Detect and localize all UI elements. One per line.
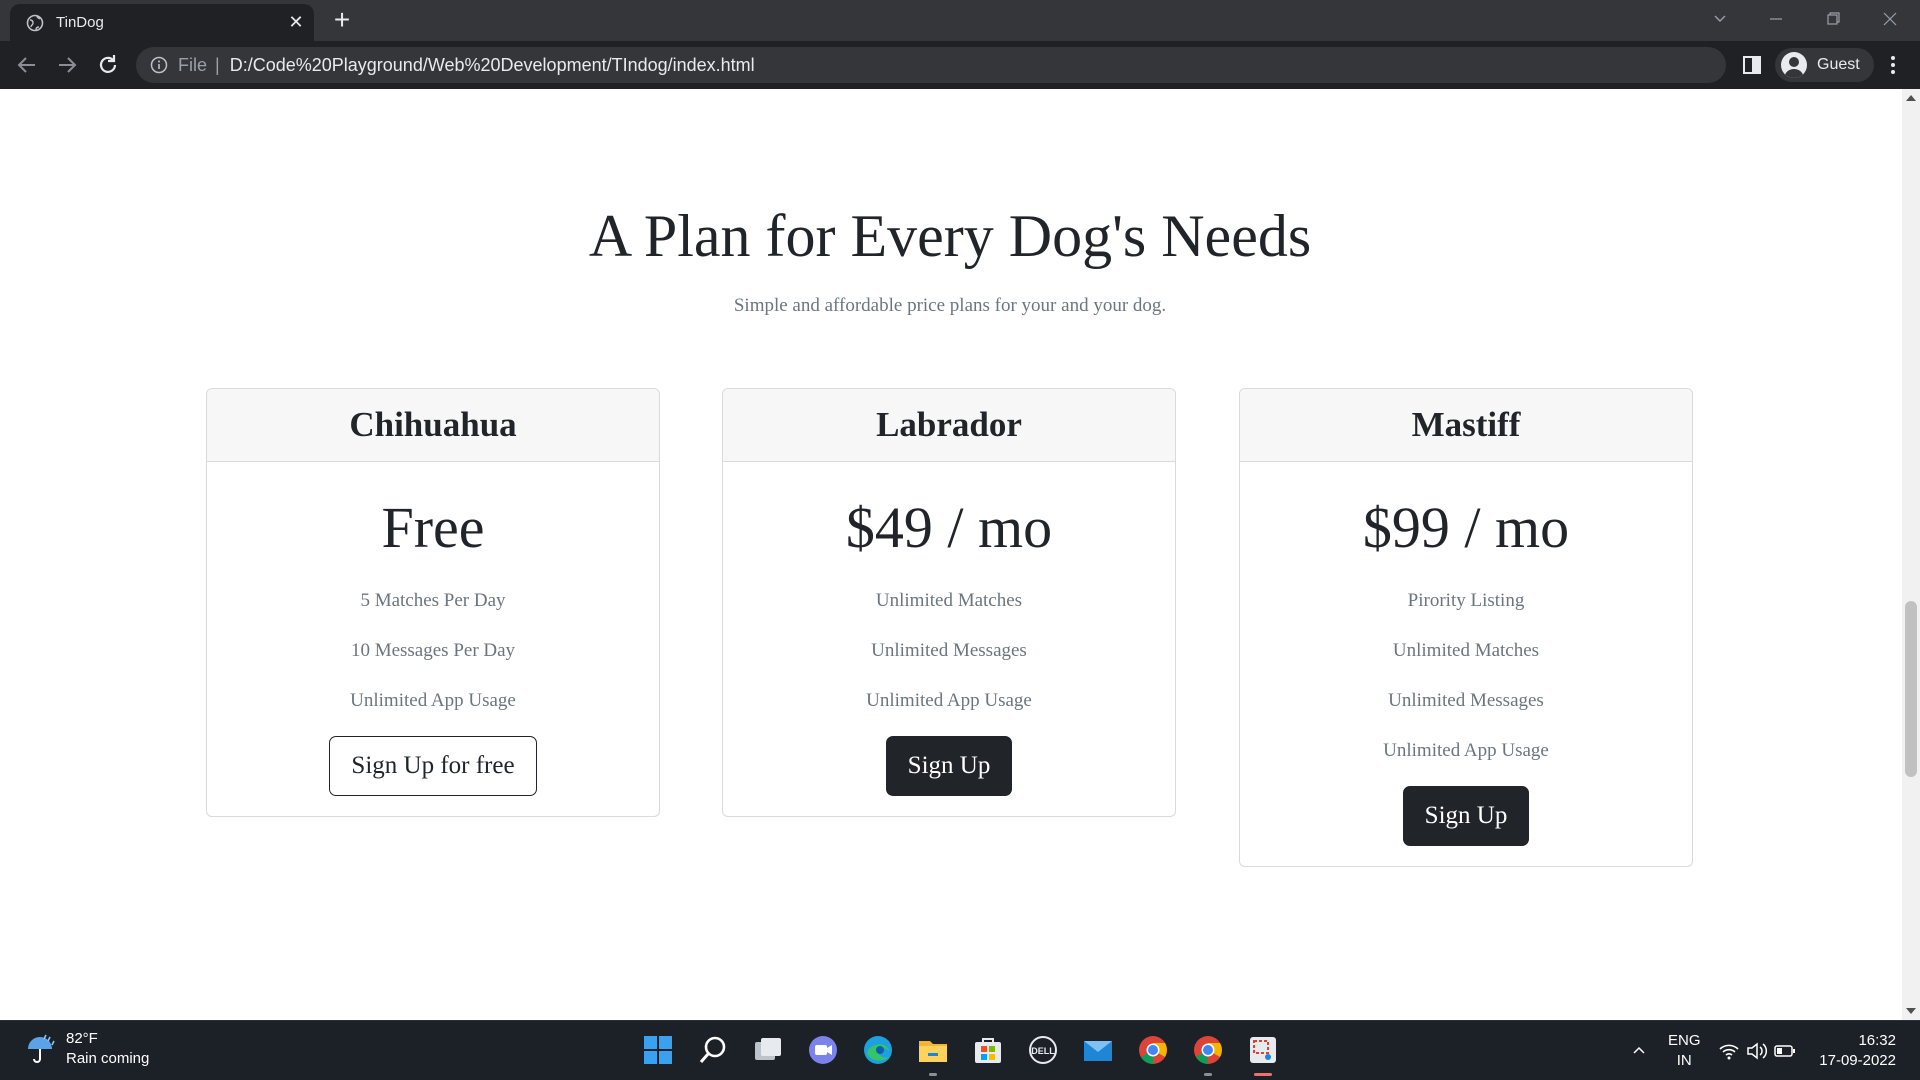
feature-item: Unlimited App Usage: [866, 690, 1032, 711]
volume-icon[interactable]: [1746, 1041, 1768, 1061]
url-separator: |: [215, 54, 220, 75]
battery-icon[interactable]: [1774, 1041, 1796, 1061]
plan-price: $99 / mo: [1362, 495, 1570, 560]
language-indicator[interactable]: ENG IN: [1668, 1031, 1701, 1071]
url-text[interactable]: D:/Code%20Playground/Web%20Development/T…: [230, 55, 755, 76]
sign-up-button[interactable]: Sign Up: [1402, 786, 1530, 846]
vertical-scrollbar[interactable]: [1902, 89, 1920, 1020]
profile-name: Guest: [1817, 56, 1860, 73]
wifi-icon[interactable]: [1718, 1041, 1740, 1061]
forward-arrow-icon[interactable]: [47, 45, 87, 85]
mail-icon[interactable]: [1081, 1033, 1115, 1067]
scroll-up-arrow-icon[interactable]: [1906, 95, 1916, 101]
sign-up-free-button[interactable]: Sign Up for free: [329, 736, 537, 796]
running-indicator: [929, 1073, 937, 1076]
feature-item: Unlimited Messages: [1388, 690, 1544, 711]
chrome-icon[interactable]: [1191, 1033, 1225, 1067]
feature-item: Unlimited Matches: [1392, 640, 1540, 661]
feature-item: Unlimited Matches: [875, 590, 1023, 611]
minimize-icon[interactable]: [1756, 4, 1796, 34]
side-panel-icon[interactable]: [1740, 53, 1764, 77]
dell-icon[interactable]: DELL: [1026, 1033, 1060, 1067]
language-code: ENG: [1668, 1032, 1701, 1049]
chevron-up-icon[interactable]: [1632, 1043, 1646, 1057]
plan-name: Chihuahua: [207, 389, 659, 462]
profile-button[interactable]: Guest: [1775, 48, 1874, 82]
guest-avatar-icon: [1781, 52, 1807, 78]
close-window-icon[interactable]: [1870, 4, 1910, 34]
teams-chat-icon[interactable]: [806, 1033, 840, 1067]
feature-list: Unlimited Matches Unlimited Messages Unl…: [723, 576, 1175, 726]
plan-name: Labrador: [723, 389, 1175, 462]
feature-list: Pirority Listing Unlimited Matches Unlim…: [1240, 576, 1692, 776]
plan-price: Free: [381, 495, 485, 560]
clock-time: 16:32: [1858, 1032, 1896, 1049]
chrome-icon[interactable]: [1136, 1033, 1170, 1067]
pricing-card-chihuahua: Chihuahua Free 5 Matches Per Day 10 Mess…: [206, 388, 660, 817]
weather-temperature: 82°F: [66, 1030, 98, 1047]
clock-date: 17-09-2022: [1819, 1052, 1896, 1069]
active-app-indicator: [1254, 1073, 1272, 1076]
pricing-subtitle: Simple and affordable price plans for yo…: [733, 295, 1167, 316]
new-tab-button[interactable]: +: [325, 6, 359, 36]
kebab-menu-icon[interactable]: [1883, 53, 1903, 77]
clock[interactable]: 16:32 17-09-2022: [1816, 1031, 1896, 1071]
restore-icon[interactable]: [1813, 4, 1853, 34]
sign-up-button[interactable]: Sign Up: [885, 736, 1013, 796]
task-view-icon[interactable]: [751, 1033, 785, 1067]
feature-item: 10 Messages Per Day: [350, 640, 516, 661]
address-bar[interactable]: File | D:/Code%20Playground/Web%20Develo…: [136, 47, 1726, 83]
plan-name: Mastiff: [1240, 389, 1692, 462]
scrollbar-thumb[interactable]: [1905, 601, 1917, 777]
pricing-card-mastiff: Mastiff $99 / mo Pirority Listing Unlimi…: [1239, 388, 1693, 867]
edge-icon[interactable]: [861, 1033, 895, 1067]
back-arrow-icon[interactable]: [7, 45, 47, 85]
info-icon[interactable]: [150, 56, 168, 74]
plan-price: $49 / mo: [845, 495, 1053, 560]
weather-description: Rain coming: [66, 1050, 150, 1067]
tab-search-icon[interactable]: [1700, 4, 1740, 34]
page-viewport: A Plan for Every Dog's Needs Simple and …: [0, 89, 1920, 1020]
file-explorer-icon[interactable]: [916, 1033, 950, 1067]
running-indicator: [1204, 1073, 1212, 1076]
feature-item: 5 Matches Per Day: [360, 590, 506, 611]
feature-item: Unlimited App Usage: [1383, 740, 1549, 761]
tab-strip: TinDog ✕ +: [0, 0, 1920, 41]
weather-widget[interactable]: 82°F Rain coming: [22, 1029, 149, 1069]
url-scheme-label: File: [178, 54, 208, 75]
browser-tab[interactable]: TinDog ✕: [10, 4, 314, 41]
svg-text:DELL: DELL: [1031, 1046, 1055, 1056]
windows-taskbar: 82°F Rain coming DELL ENG IN 16:32 17-09…: [0, 1020, 1920, 1080]
close-tab-icon[interactable]: ✕: [278, 12, 314, 33]
browser-toolbar: File | D:/Code%20Playground/Web%20Develo…: [0, 41, 1920, 89]
snipping-tool-icon[interactable]: [1246, 1033, 1280, 1067]
umbrella-rain-icon: [28, 1034, 55, 1063]
feature-item: Pirority Listing: [1407, 590, 1525, 611]
globe-icon: [26, 14, 44, 31]
start-icon[interactable]: [641, 1033, 675, 1067]
search-icon[interactable]: [696, 1033, 730, 1067]
feature-list: 5 Matches Per Day 10 Messages Per Day Un…: [207, 576, 659, 726]
feature-item: Unlimited Messages: [871, 640, 1027, 661]
pricing-title: A Plan for Every Dog's Needs: [588, 203, 1312, 269]
region-code: IN: [1676, 1052, 1692, 1069]
store-icon[interactable]: [971, 1033, 1005, 1067]
reload-icon[interactable]: [88, 45, 128, 85]
feature-item: Unlimited App Usage: [350, 690, 516, 711]
scroll-down-arrow-icon[interactable]: [1906, 1008, 1916, 1014]
pricing-card-labrador: Labrador $49 / mo Unlimited Matches Unli…: [722, 388, 1176, 817]
tab-title: TinDog: [56, 14, 104, 31]
